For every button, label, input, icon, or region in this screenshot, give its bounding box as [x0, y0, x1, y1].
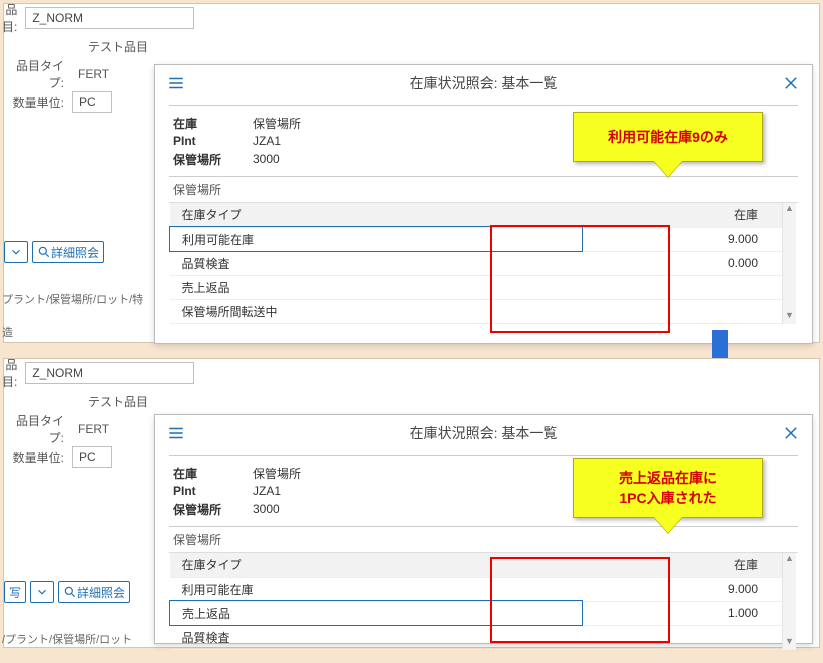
close-icon[interactable] — [782, 424, 800, 442]
row-label: 売上返品 — [170, 275, 583, 299]
col-type: 在庫タイプ — [170, 203, 583, 227]
info-stock-label: 在庫 — [173, 115, 253, 132]
before-panel: 品目: テスト品目 品目タイプ: FERT 数量単位: 詳細照会 プラント/保管… — [3, 3, 820, 343]
row-label: 保管場所間転送中 — [170, 299, 583, 323]
scroll-down-icon[interactable]: ▼ — [784, 636, 796, 650]
item-type-label: 品目タイプ: — [2, 412, 72, 446]
section-title: 保管場所 — [169, 527, 798, 553]
row-label: 売上返品 — [170, 601, 583, 625]
info-plnt-label: PInt — [173, 484, 253, 498]
scroll-up-icon[interactable]: ▲ — [784, 553, 796, 567]
info-storage-label: 保管場所 — [173, 501, 253, 518]
qty-unit-label: 数量単位: — [2, 94, 72, 111]
breadcrumb-resume: 造 — [2, 324, 13, 340]
detail-search-label: 詳細照会 — [77, 584, 125, 601]
qty-unit-input[interactable] — [72, 91, 112, 113]
table-row[interactable]: 売上返品 — [170, 275, 783, 299]
menu-icon[interactable] — [167, 424, 185, 442]
info-stock-value: 保管場所 — [253, 465, 301, 482]
chevron-down-icon[interactable] — [4, 241, 28, 263]
table-row[interactable]: 売上返品1.000 — [170, 601, 783, 625]
row-value: 9.000 — [582, 577, 782, 601]
row-value: 9.000 — [582, 227, 782, 251]
section-title: 保管場所 — [169, 177, 798, 203]
row-label: 利用可能在庫 — [170, 227, 583, 251]
form-left: 品目: テスト品目 品目タイプ: FERT 数量単位: — [2, 4, 167, 116]
row-value: 0.000 — [582, 251, 782, 275]
col-type: 在庫タイプ — [170, 553, 583, 577]
item-label: 品目: — [2, 356, 25, 390]
qty-unit-label: 数量単位: — [2, 449, 72, 466]
info-plnt-value: JZA1 — [253, 484, 281, 498]
qty-unit-input[interactable] — [72, 446, 112, 468]
item-type-value: FERT — [72, 422, 109, 436]
scrollbar-vertical[interactable]: ▲ ▼ — [782, 553, 796, 650]
info-storage-value: 3000 — [253, 152, 280, 166]
col-stock: 在庫 — [582, 203, 782, 227]
row-value: 1.000 — [582, 601, 782, 625]
info-plnt-value: JZA1 — [253, 134, 281, 148]
inventory-dialog-before: 在庫状況照会: 基本一覧 在庫保管場所 PIntJZA1 保管場所3000 保管… — [154, 64, 813, 344]
info-stock-value: 保管場所 — [253, 115, 301, 132]
table-row[interactable]: 品質検査 — [170, 625, 783, 649]
breadcrumb-bottom: /プラント/保管場所/ロット — [2, 631, 132, 647]
table-row[interactable]: 利用可能在庫9.000 — [170, 577, 783, 601]
row-label: 品質検査 — [170, 251, 583, 275]
scroll-up-icon[interactable]: ▲ — [784, 203, 796, 217]
form-left-b: 品目: テスト品目 品目タイプ: FERT 数量単位: — [2, 359, 167, 471]
col-stock: 在庫 — [582, 553, 782, 577]
row-label: 品質検査 — [170, 625, 583, 649]
test-item-label: テスト品目 — [82, 393, 148, 410]
detail-search-label: 詳細照会 — [51, 244, 99, 261]
item-type-label: 品目タイプ: — [2, 57, 72, 91]
info-storage-label: 保管場所 — [173, 151, 253, 168]
test-item-label: テスト品目 — [82, 38, 148, 55]
info-stock-label: 在庫 — [173, 465, 253, 482]
info-plnt-label: PInt — [173, 134, 253, 148]
table-row[interactable]: 保管場所間転送中 — [170, 299, 783, 323]
callout-after-text: 売上返品在庫に 1PC入庫された — [619, 468, 717, 508]
callout-after: 売上返品在庫に 1PC入庫された — [573, 458, 763, 518]
row-value — [582, 275, 782, 299]
callout-before: 利用可能在庫9のみ — [573, 112, 763, 162]
stock-table-after: 在庫タイプ在庫 利用可能在庫9.000売上返品1.000品質検査 — [169, 553, 782, 650]
item-input[interactable] — [25, 7, 194, 29]
close-icon[interactable] — [782, 74, 800, 92]
row-value — [582, 299, 782, 323]
detail-search-button[interactable]: 詳細照会 — [32, 241, 104, 263]
row-value — [582, 625, 782, 649]
dialog-title: 在庫状況照会: 基本一覧 — [185, 73, 782, 93]
stock-table-before: 在庫タイプ在庫 利用可能在庫9.000品質検査0.000売上返品保管場所間転送中 — [169, 203, 782, 324]
info-storage-value: 3000 — [253, 502, 280, 516]
dialog-title: 在庫状況照会: 基本一覧 — [185, 423, 782, 443]
breadcrumb-top: プラント/保管場所/ロット/特 — [2, 291, 143, 307]
scroll-down-icon[interactable]: ▼ — [784, 310, 796, 324]
item-input[interactable] — [25, 362, 194, 384]
detail-search-button[interactable]: 詳細照会 — [58, 581, 130, 603]
item-type-value: FERT — [72, 67, 109, 81]
scrollbar-vertical[interactable]: ▲ ▼ — [782, 203, 796, 324]
callout-before-text: 利用可能在庫9のみ — [608, 127, 728, 147]
table-row[interactable]: 品質検査0.000 — [170, 251, 783, 275]
inventory-dialog-after: 在庫状況照会: 基本一覧 在庫保管場所 PIntJZA1 保管場所3000 保管… — [154, 414, 813, 644]
squiggle-button[interactable]: 写 — [4, 581, 26, 603]
chevron-down-icon[interactable] — [30, 581, 54, 603]
menu-icon[interactable] — [167, 74, 185, 92]
table-row[interactable]: 利用可能在庫9.000 — [170, 227, 783, 251]
row-label: 利用可能在庫 — [170, 577, 583, 601]
item-label: 品目: — [2, 1, 25, 35]
